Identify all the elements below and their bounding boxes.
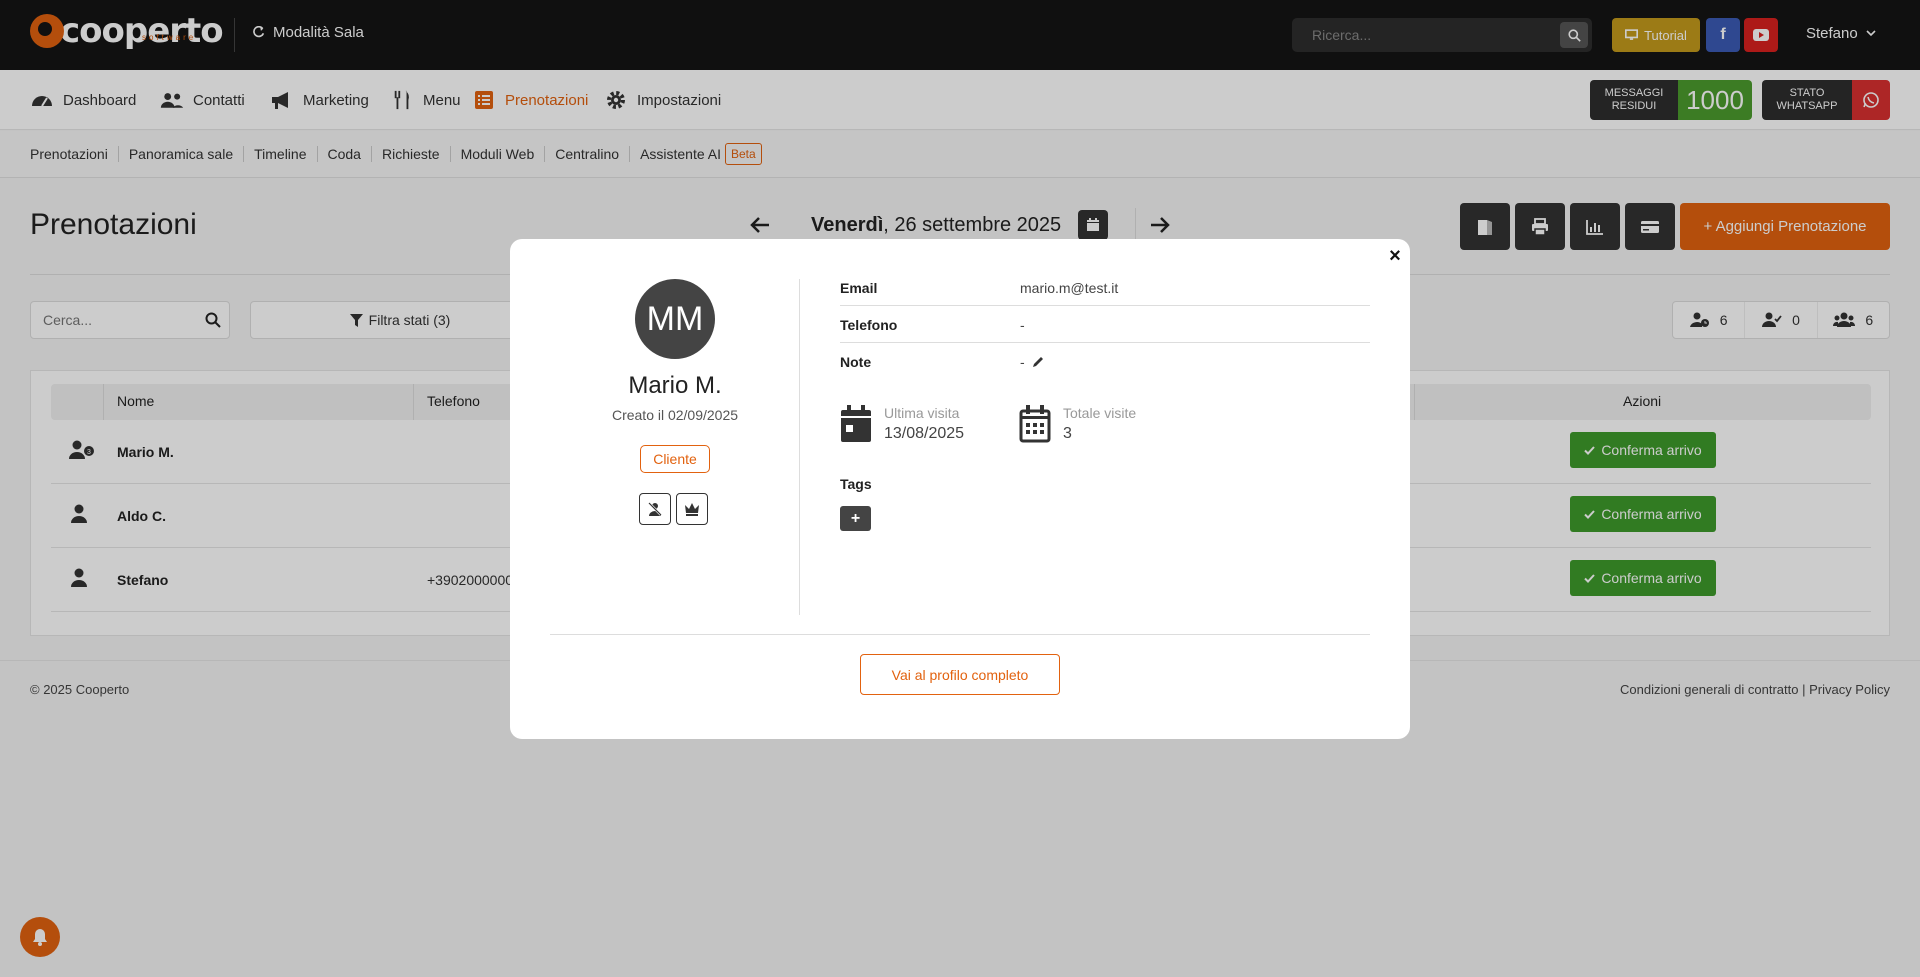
divider [550, 634, 1370, 635]
tags-label: Tags [840, 476, 872, 492]
notes-value-wrap: - [1020, 354, 1045, 370]
last-visit: Ultima visita 13/08/2025 [840, 405, 964, 443]
full-profile-button[interactable]: Vai al profilo completo [860, 654, 1060, 695]
calendar-grid-icon [1019, 405, 1051, 443]
phone-row: Telefono - [840, 306, 1370, 343]
avatar: MM [635, 279, 715, 359]
blacklist-button[interactable] [639, 493, 671, 525]
close-button[interactable]: × [1382, 243, 1408, 269]
customer-name: Mario M. [628, 372, 722, 399]
total-visits: Totale visite 3 [1019, 405, 1136, 443]
calendar-icon [841, 405, 871, 442]
last-visit-label: Ultima visita [884, 405, 960, 421]
vip-button[interactable] [676, 493, 708, 525]
email-label: Email [840, 280, 878, 296]
pencil-icon[interactable] [1031, 355, 1045, 369]
total-visits-value: 3 [1063, 425, 1072, 442]
last-visit-value: 13/08/2025 [884, 425, 965, 442]
email-value: mario.m@test.it [1020, 280, 1119, 296]
notes-value: - [1020, 354, 1025, 370]
phone-value: - [1020, 317, 1025, 333]
crown-icon [685, 503, 699, 516]
notes-row: Note - [840, 343, 1370, 380]
add-tag-button[interactable]: + [840, 506, 871, 531]
customer-modal: × MM Mario M. Creato il 02/09/2025 Clien… [510, 239, 1410, 739]
customer-type-badge: Cliente [640, 445, 710, 473]
divider [799, 279, 800, 615]
email-row: Email mario.m@test.it [840, 269, 1370, 306]
created-date: Creato il 02/09/2025 [611, 407, 739, 423]
phone-label: Telefono [840, 317, 898, 333]
user-slash-icon [648, 502, 662, 516]
total-visits-label: Totale visite [1063, 405, 1137, 421]
notes-label: Note [840, 354, 872, 370]
